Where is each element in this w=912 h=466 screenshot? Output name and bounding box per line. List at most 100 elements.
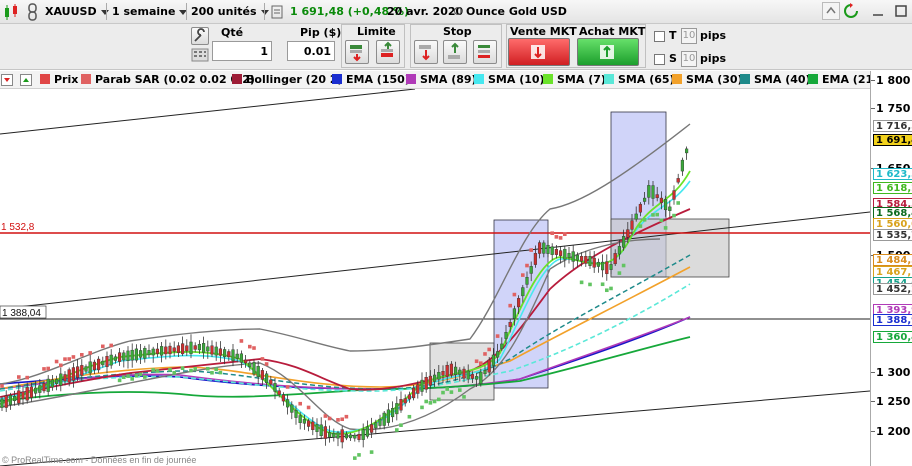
candle[interactable] — [437, 372, 441, 380]
candle[interactable] — [433, 374, 437, 382]
candle[interactable] — [533, 253, 537, 265]
candle[interactable] — [336, 432, 340, 439]
candle[interactable] — [235, 353, 239, 359]
candle[interactable] — [75, 366, 80, 378]
buy-market-button[interactable] — [577, 38, 639, 66]
candle[interactable] — [273, 382, 277, 392]
candle[interactable] — [151, 348, 155, 356]
candle[interactable] — [546, 244, 550, 254]
units-select[interactable]: 200 unités — [191, 3, 269, 20]
candle[interactable] — [529, 266, 533, 274]
candle[interactable] — [361, 429, 365, 440]
candle[interactable] — [491, 354, 495, 366]
candle[interactable] — [504, 331, 508, 339]
candle[interactable] — [353, 434, 357, 439]
candle[interactable] — [470, 374, 474, 379]
candle[interactable] — [634, 213, 638, 220]
candle[interactable] — [680, 159, 684, 172]
candle[interactable] — [197, 343, 201, 351]
s-checkbox[interactable] — [654, 54, 665, 65]
candle[interactable] — [185, 345, 189, 352]
candle[interactable] — [601, 261, 605, 271]
legend-item-sma65[interactable]: SMA (65) — [604, 73, 675, 87]
candle[interactable] — [164, 346, 168, 355]
link-icon[interactable] — [26, 2, 40, 22]
candle[interactable] — [227, 351, 231, 358]
legend-item-ema150[interactable]: EMA (150) — [332, 73, 410, 87]
candle[interactable] — [630, 220, 634, 230]
candle[interactable] — [260, 370, 264, 380]
candle[interactable] — [382, 412, 386, 426]
stop-sell-button[interactable] — [414, 40, 438, 64]
limit-sell-button[interactable] — [345, 40, 369, 64]
candle[interactable] — [462, 368, 466, 379]
candle[interactable] — [475, 376, 479, 380]
scroll-up-button[interactable] — [822, 2, 840, 20]
refresh-icon[interactable] — [842, 2, 860, 20]
candle[interactable] — [218, 348, 222, 356]
candle[interactable] — [109, 354, 113, 366]
candle[interactable] — [239, 353, 243, 363]
candle[interactable] — [588, 256, 592, 266]
candle[interactable] — [374, 422, 378, 429]
candle[interactable] — [580, 256, 584, 262]
candle[interactable] — [496, 351, 500, 358]
candle[interactable] — [180, 343, 185, 355]
legend-item-sma89[interactable]: SMA (89) — [406, 73, 477, 87]
candle[interactable] — [344, 433, 348, 439]
legend-item-sma7[interactable]: SMA (7) — [543, 73, 606, 87]
candle[interactable] — [559, 250, 563, 256]
candle[interactable] — [659, 197, 663, 203]
candle[interactable] — [231, 349, 235, 362]
legend-item-sar[interactable]: Parab SAR (0.02 0.02 0.2) — [81, 73, 255, 87]
candle[interactable] — [25, 387, 29, 401]
candle[interactable] — [101, 360, 105, 366]
candle[interactable] — [391, 408, 395, 418]
candle[interactable] — [445, 365, 449, 377]
candle[interactable] — [483, 369, 487, 375]
candlestick-icon[interactable] — [2, 2, 22, 22]
candle[interactable] — [500, 343, 504, 349]
candle[interactable] — [63, 374, 67, 382]
s-pips-input[interactable]: 10 — [681, 51, 697, 67]
t-checkbox[interactable] — [654, 31, 665, 42]
candle[interactable] — [210, 345, 214, 355]
candle[interactable] — [206, 346, 210, 352]
candle[interactable] — [50, 379, 54, 388]
candle[interactable] — [21, 391, 25, 400]
candle[interactable] — [71, 367, 75, 381]
candle[interactable] — [454, 366, 458, 375]
candle[interactable] — [340, 429, 344, 443]
candle[interactable] — [676, 178, 680, 183]
candle[interactable] — [193, 345, 197, 350]
candle[interactable] — [592, 257, 596, 268]
legend-item-bollinger[interactable]: Bollinger (20 2) — [232, 73, 343, 87]
candle[interactable] — [617, 246, 621, 255]
period-select[interactable]: 1 semaine — [112, 3, 188, 20]
minimize-icon[interactable] — [870, 3, 886, 19]
stop-trailing-button[interactable] — [473, 40, 497, 64]
candle[interactable] — [117, 352, 122, 362]
candle[interactable] — [512, 308, 516, 319]
legend-item-sma10[interactable]: SMA (10) — [474, 73, 545, 87]
candle[interactable] — [538, 242, 542, 254]
pip-input[interactable]: 0.01 — [287, 41, 335, 61]
candle[interactable] — [265, 373, 269, 383]
candle[interactable] — [4, 395, 8, 408]
candle[interactable] — [59, 373, 63, 386]
candle[interactable] — [84, 366, 88, 372]
candle[interactable] — [323, 426, 327, 439]
candle[interactable] — [12, 396, 17, 402]
candle[interactable] — [357, 433, 361, 440]
candle[interactable] — [252, 362, 256, 375]
candle[interactable] — [487, 359, 491, 373]
candle[interactable] — [42, 383, 46, 392]
maximize-icon[interactable] — [893, 3, 909, 19]
candle[interactable] — [29, 386, 33, 398]
legend-item-sma30[interactable]: SMA (30) — [672, 73, 743, 87]
candle[interactable] — [613, 253, 617, 265]
candle[interactable] — [105, 356, 109, 368]
candle[interactable] — [449, 363, 453, 376]
candle[interactable] — [88, 361, 92, 374]
candle[interactable] — [134, 348, 138, 361]
